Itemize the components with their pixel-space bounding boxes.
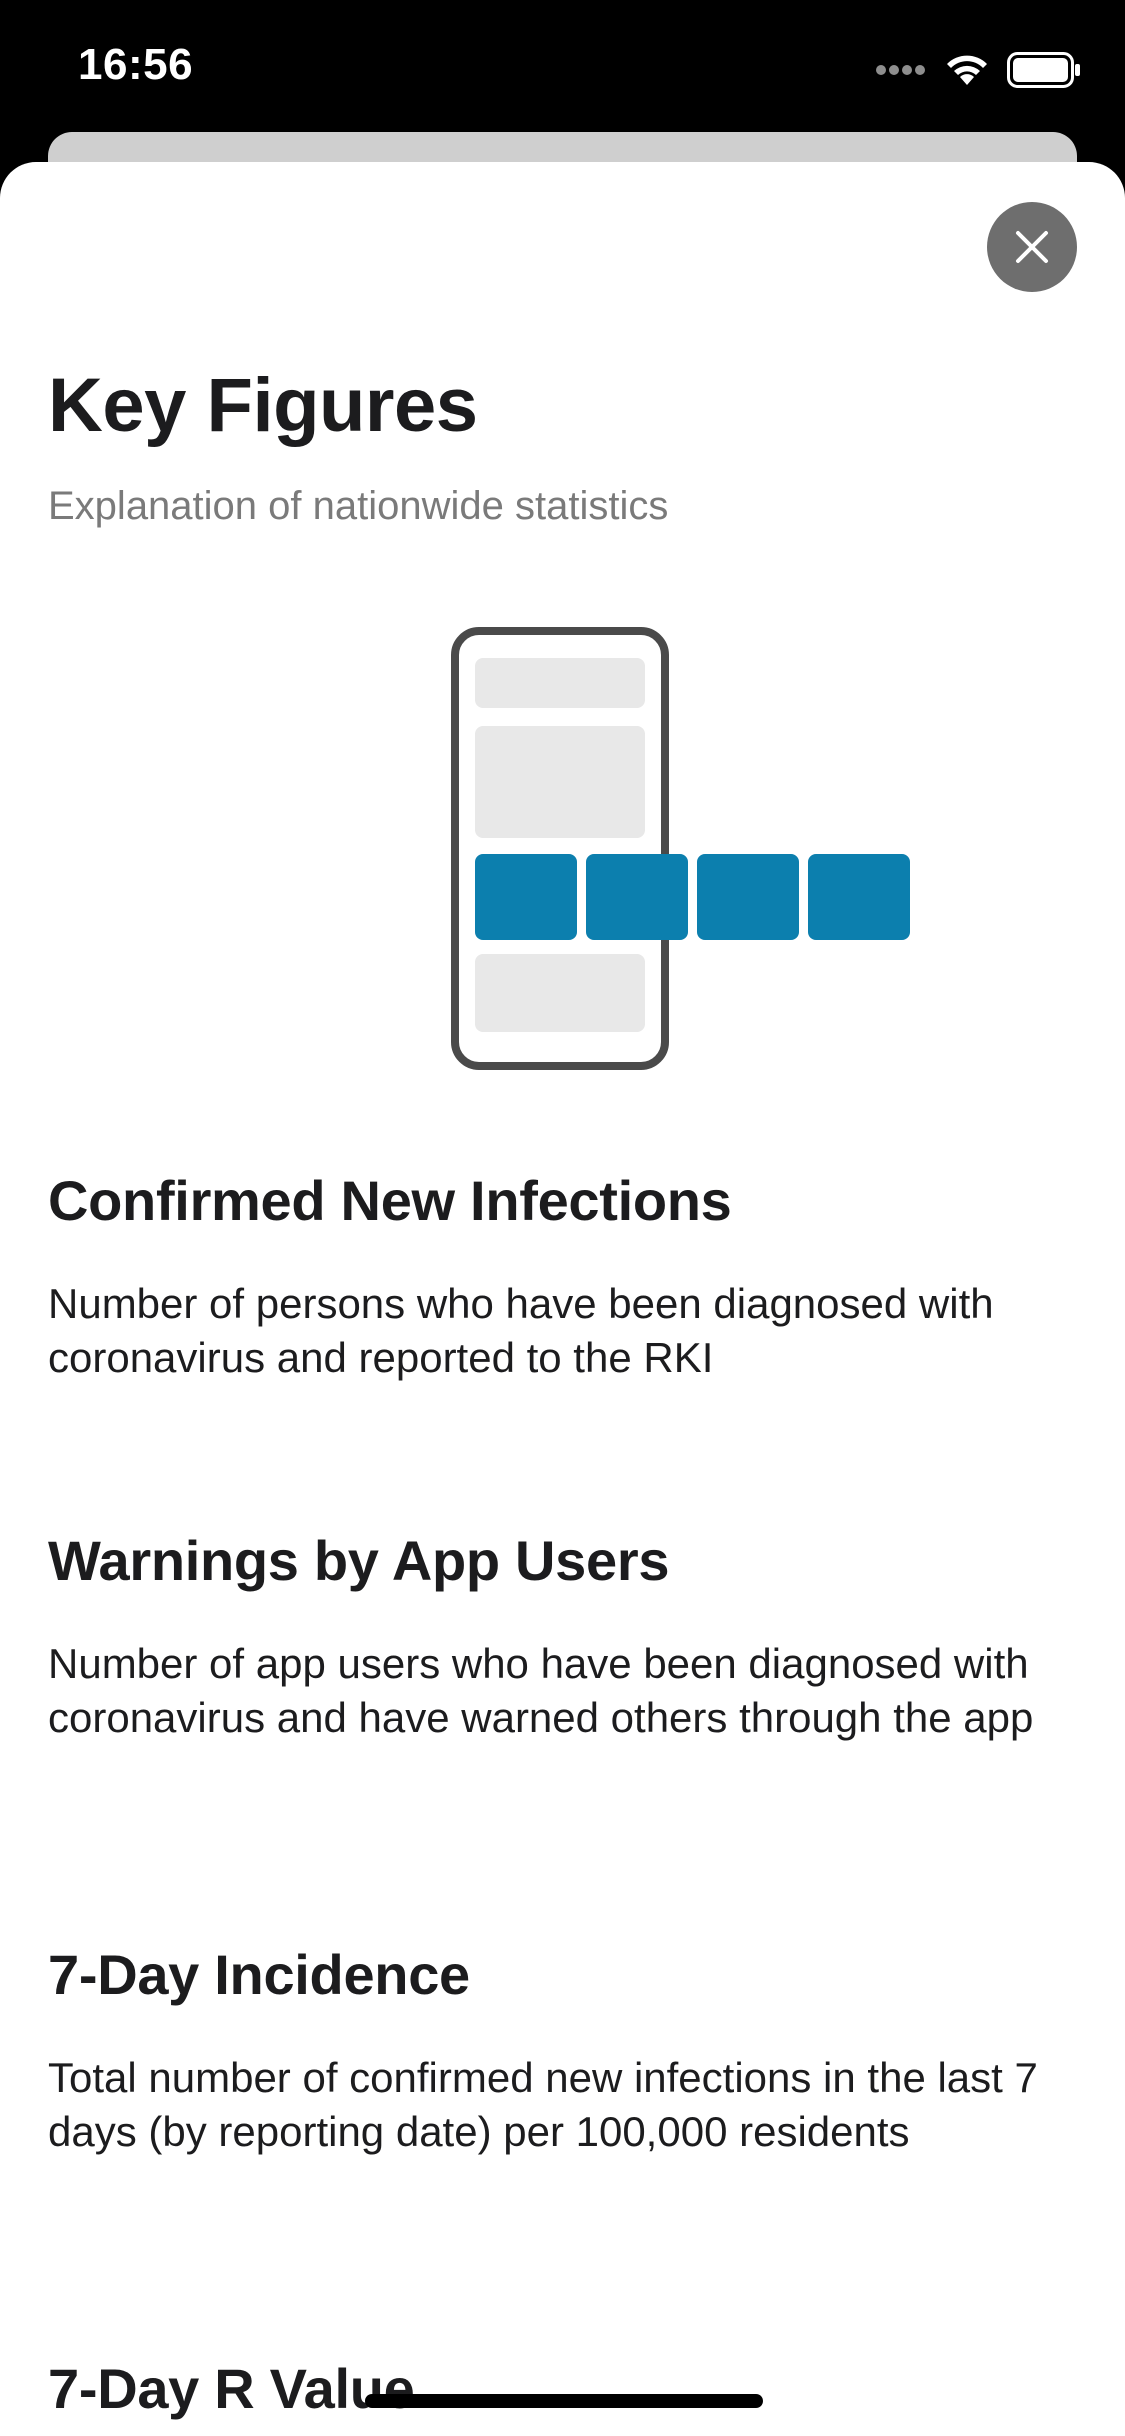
section-warnings-by-app-users: Warnings by App Users Number of app user…	[48, 1528, 1078, 1745]
section-text: Number of app users who have been diagno…	[48, 1640, 1034, 1741]
section-7-day-incidence: 7-Day Incidence Total number of confirme…	[48, 1942, 1078, 2159]
battery-icon	[1007, 52, 1081, 88]
signal-dots-icon	[875, 64, 927, 76]
section-heading: Confirmed New Infections	[48, 1169, 732, 1232]
close-button[interactable]	[987, 202, 1077, 292]
page-subtitle: Explanation of nationwide statistics	[48, 484, 669, 528]
section-confirmed-new-infections: Confirmed New Infections Number of perso…	[48, 1168, 1078, 1385]
section-heading: 7-Day R Value	[48, 2357, 415, 2420]
section-heading: 7-Day Incidence	[48, 1943, 470, 2006]
status-icons	[875, 48, 1081, 92]
home-indicator[interactable]	[365, 2394, 763, 2408]
status-time: 16:56	[78, 40, 194, 89]
section-heading: Warnings by App Users	[48, 1529, 670, 1592]
wifi-icon	[945, 53, 989, 87]
section-7-day-r-value: 7-Day R Value	[48, 2356, 1078, 2421]
close-icon	[1014, 229, 1050, 265]
status-bar: 16:56	[0, 0, 1125, 140]
info-sheet: Key Figures Explanation of nationwide st…	[0, 162, 1125, 2436]
section-text: Total number of confirmed new infections…	[48, 2054, 1038, 2155]
section-text: Number of persons who have been diagnose…	[48, 1280, 994, 1381]
page-title: Key Figures	[48, 363, 478, 448]
phone-illustration	[450, 626, 920, 1076]
